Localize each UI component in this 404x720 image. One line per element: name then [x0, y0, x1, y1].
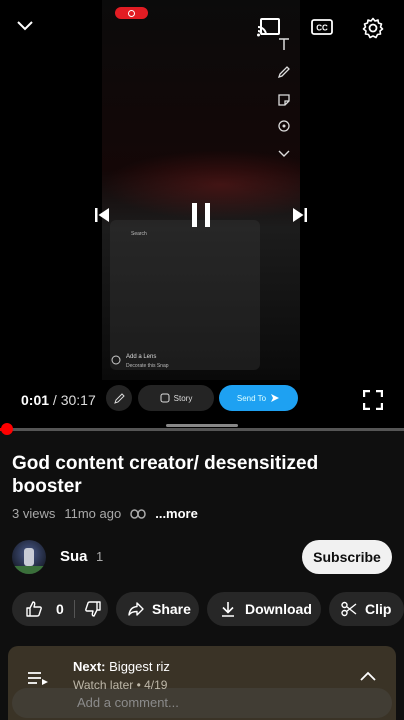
thumbs-down-icon — [84, 601, 101, 617]
chevron-down-icon — [276, 146, 292, 162]
pause-icon[interactable] — [189, 200, 213, 230]
download-icon — [222, 602, 234, 617]
svg-text:CC: CC — [316, 24, 328, 33]
queue-list-icon — [26, 668, 50, 688]
share-icon — [128, 602, 144, 616]
text-tool-icon — [276, 36, 292, 52]
pencil-tool-icon — [276, 64, 292, 80]
story-button: Story — [138, 385, 214, 411]
send-to-label: Send To — [236, 393, 267, 403]
clip-label: Clip — [365, 601, 392, 617]
cast-icon[interactable] — [256, 16, 282, 38]
captions-icon[interactable]: CC — [311, 17, 333, 37]
share-label: Share — [152, 601, 191, 617]
like-dislike-pill: 0 — [12, 592, 108, 626]
sticker-tool-icon — [276, 92, 292, 108]
lens-icon — [110, 354, 122, 366]
current-time: 0:01 — [21, 392, 50, 408]
next-icon[interactable] — [290, 205, 310, 225]
overlay-search-text: Search — [131, 231, 147, 237]
like-button[interactable]: 0 — [12, 601, 64, 617]
video-meta[interactable]: 3 views 11mo ago ...more — [12, 506, 198, 521]
next-title: Biggest riz — [109, 659, 170, 674]
previous-icon[interactable] — [92, 205, 112, 225]
comment-placeholder: Add a comment... — [77, 695, 179, 710]
progress-scrubber[interactable] — [1, 423, 13, 435]
like-count: 0 — [56, 601, 64, 617]
upload-age: 11mo ago — [64, 506, 122, 521]
lens-title: Add a Lens — [126, 354, 157, 360]
comment-input-ghost: Add a comment... — [12, 688, 392, 718]
next-subtitle: Watch later • 4/19 — [73, 678, 168, 692]
send-to-button: Send To — [219, 385, 298, 411]
thumbs-up-icon — [26, 601, 42, 617]
edit-pencil-button — [106, 385, 132, 411]
channel-avatar[interactable] — [12, 540, 46, 574]
time-display: 0:01 / 30:17 — [21, 392, 96, 408]
subscriber-count: 1 — [96, 549, 104, 564]
more-link[interactable]: ...more — [155, 506, 198, 521]
settings-gear-icon[interactable] — [361, 16, 385, 40]
next-prefix: Next: — [73, 659, 106, 674]
drag-handle[interactable] — [166, 424, 238, 427]
video-inner-panel — [110, 220, 260, 370]
video-title[interactable]: God content creator/ desensitized booste… — [12, 452, 382, 498]
share-button[interactable]: Share — [116, 592, 199, 626]
scissors-tool-icon — [276, 118, 292, 134]
scissors-icon — [341, 601, 357, 617]
next-up-bar[interactable]: Add a comment... Next: Biggest riz Watch… — [8, 646, 396, 720]
video-player[interactable]: Search CC Add a Lens Decorate this Snap … — [0, 0, 404, 428]
duration: / 30:17 — [52, 392, 96, 408]
channel-row: Sua 1 Subscribe — [12, 540, 392, 574]
story-label: Story — [173, 393, 193, 403]
minimize-chevron-icon[interactable] — [15, 16, 35, 36]
fullscreen-icon[interactable] — [362, 389, 384, 411]
download-label: Download — [245, 601, 312, 617]
download-button[interactable]: Download — [207, 592, 321, 626]
recording-indicator — [115, 7, 148, 19]
clip-button[interactable]: Clip — [329, 592, 404, 626]
channel-name[interactable]: Sua — [60, 548, 88, 565]
progress-bar[interactable] — [0, 423, 404, 435]
dislike-button[interactable] — [75, 601, 101, 617]
expand-chevron-up-icon[interactable] — [358, 668, 378, 684]
next-label: Next: Biggest riz — [73, 659, 170, 674]
lens-subtitle: Decorate this Snap — [126, 363, 169, 369]
subscribe-button[interactable]: Subscribe — [302, 540, 392, 574]
view-count: 3 views — [12, 506, 56, 521]
link-icon — [130, 508, 146, 519]
